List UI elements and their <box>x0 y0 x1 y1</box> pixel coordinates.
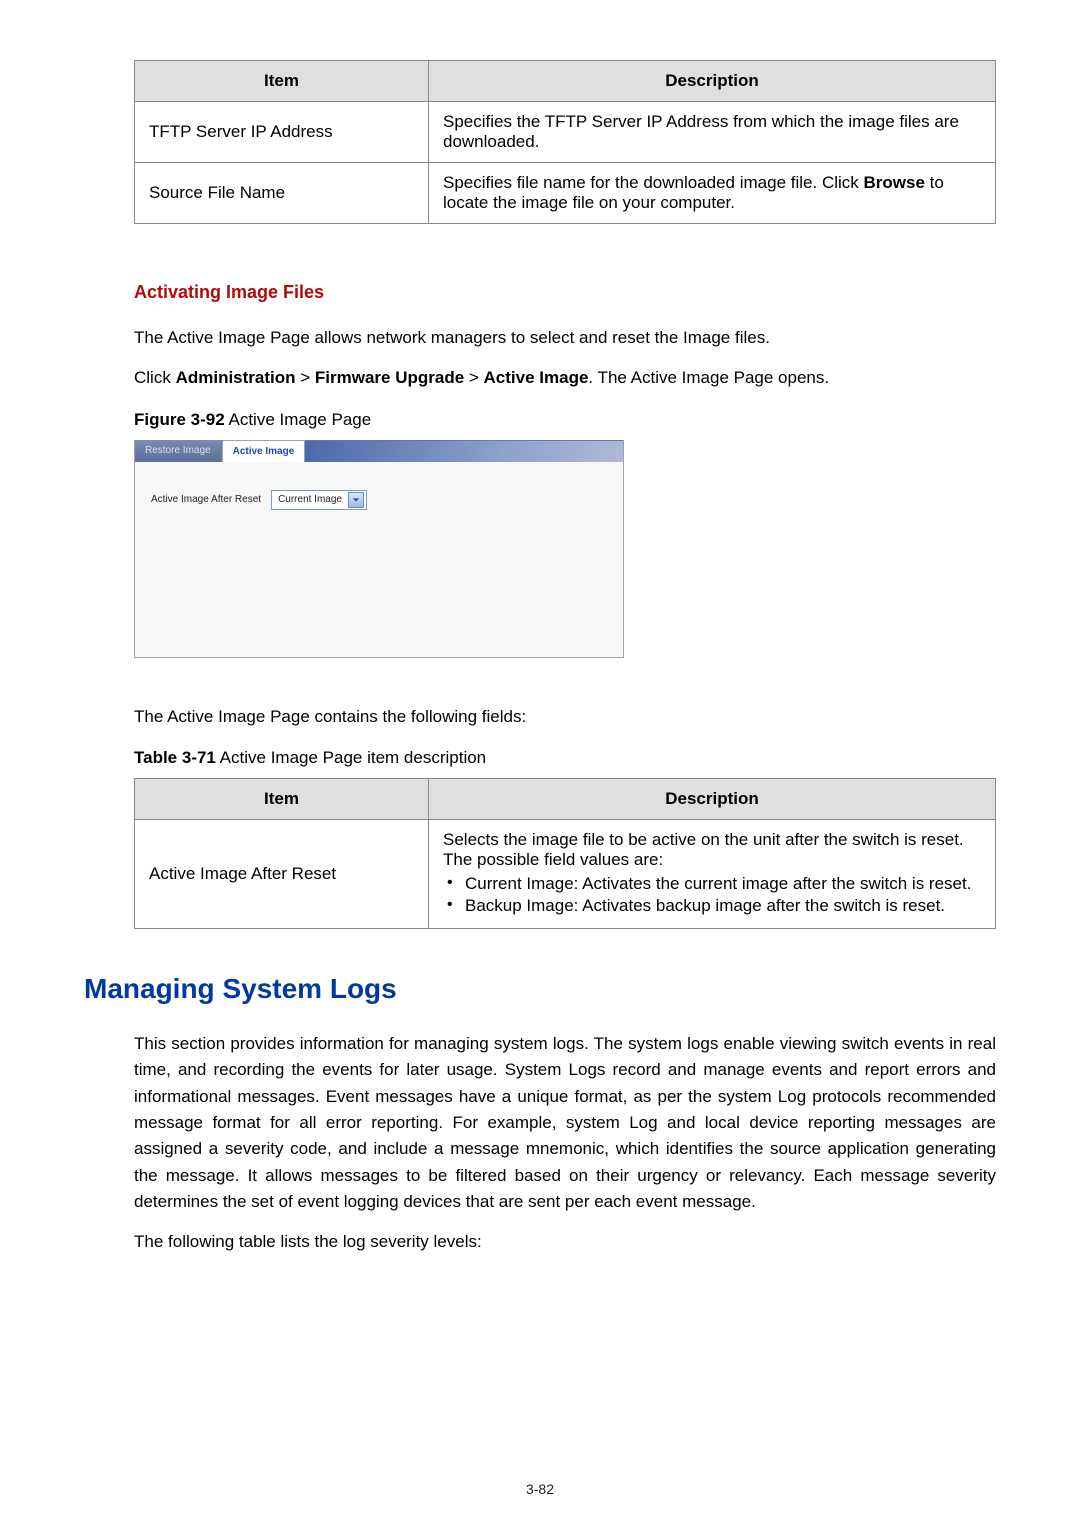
nav-text: Click <box>134 368 176 387</box>
table-label: Table 3-71 <box>134 748 216 767</box>
nav-step: Administration <box>176 368 296 387</box>
item-cell: Source File Name <box>135 163 429 224</box>
col-desc-header: Description <box>429 61 996 102</box>
screenshot-tabs: Restore Image Active Image <box>135 440 623 462</box>
table-header-row: Item Description <box>135 779 996 820</box>
col-item-header: Item <box>135 61 429 102</box>
section-heading: Activating Image Files <box>134 282 996 303</box>
table-row: TFTP Server IP Address Specifies the TFT… <box>135 102 996 163</box>
active-image-screenshot: Restore Image Active Image Active Image … <box>134 440 624 658</box>
activating-section: Activating Image Files The Active Image … <box>84 282 996 929</box>
tab-active-image[interactable]: Active Image <box>222 440 306 462</box>
logs-section: Managing System Logs This section provid… <box>84 973 996 1256</box>
desc-cell: Specifies file name for the downloaded i… <box>429 163 996 224</box>
page-title: Managing System Logs <box>84 973 996 1005</box>
body-text: This section provides information for ma… <box>134 1031 996 1215</box>
desc-lead: Selects the image file to be active on t… <box>443 830 981 870</box>
select-value: Current Image <box>278 494 342 505</box>
col-desc-header: Description <box>429 779 996 820</box>
field-label: Active Image After Reset <box>151 494 261 505</box>
col-item-header: Item <box>135 779 429 820</box>
desc-cell: Selects the image file to be active on t… <box>429 820 996 929</box>
table-header-row: Item Description <box>135 61 996 102</box>
chevron-down-icon <box>348 492 364 508</box>
body-text: The Active Image Page allows network man… <box>134 325 996 351</box>
figure-label: Figure 3-92 <box>134 410 225 429</box>
tab-restore-image[interactable]: Restore Image <box>135 440 222 462</box>
list-item: Current Image: Activates the current ima… <box>443 874 981 894</box>
figure-caption: Figure 3-92 Active Image Page <box>134 410 996 430</box>
body-text: The Active Image Page contains the follo… <box>134 704 996 730</box>
table-caption: Table 3-71 Active Image Page item descri… <box>134 748 996 768</box>
desc-text: Specifies file name for the downloaded i… <box>443 173 864 192</box>
tab-spacer <box>305 440 623 462</box>
table-row: Active Image After Reset Selects the ima… <box>135 820 996 929</box>
desc-bold: Browse <box>864 173 925 192</box>
breadcrumb: Click Administration > Firmware Upgrade … <box>134 365 996 391</box>
document-page: Item Description TFTP Server IP Address … <box>0 0 1080 1527</box>
item-cell: Active Image After Reset <box>135 820 429 929</box>
active-image-items-table: Item Description Active Image After Rese… <box>134 778 996 929</box>
body-text: The following table lists the log severi… <box>134 1229 996 1255</box>
screenshot-body: Active Image After Reset Current Image <box>135 462 623 538</box>
item-cell: TFTP Server IP Address <box>135 102 429 163</box>
active-image-select[interactable]: Current Image <box>271 490 367 510</box>
table1-wrapper: Item Description TFTP Server IP Address … <box>84 60 996 224</box>
figure-title: Active Image Page <box>225 410 371 429</box>
nav-text: . The Active Image Page opens. <box>588 368 829 387</box>
nav-step: Active Image <box>484 368 589 387</box>
desc-bullets: Current Image: Activates the current ima… <box>443 874 981 916</box>
list-item: Backup Image: Activates backup image aft… <box>443 896 981 916</box>
desc-cell: Specifies the TFTP Server IP Address fro… <box>429 102 996 163</box>
nav-step: Firmware Upgrade <box>315 368 464 387</box>
tftp-items-table: Item Description TFTP Server IP Address … <box>134 60 996 224</box>
table-row: Source File Name Specifies file name for… <box>135 163 996 224</box>
page-number: 3-82 <box>0 1481 1080 1497</box>
table-title: Active Image Page item description <box>216 748 486 767</box>
logs-body: This section provides information for ma… <box>84 1031 996 1256</box>
